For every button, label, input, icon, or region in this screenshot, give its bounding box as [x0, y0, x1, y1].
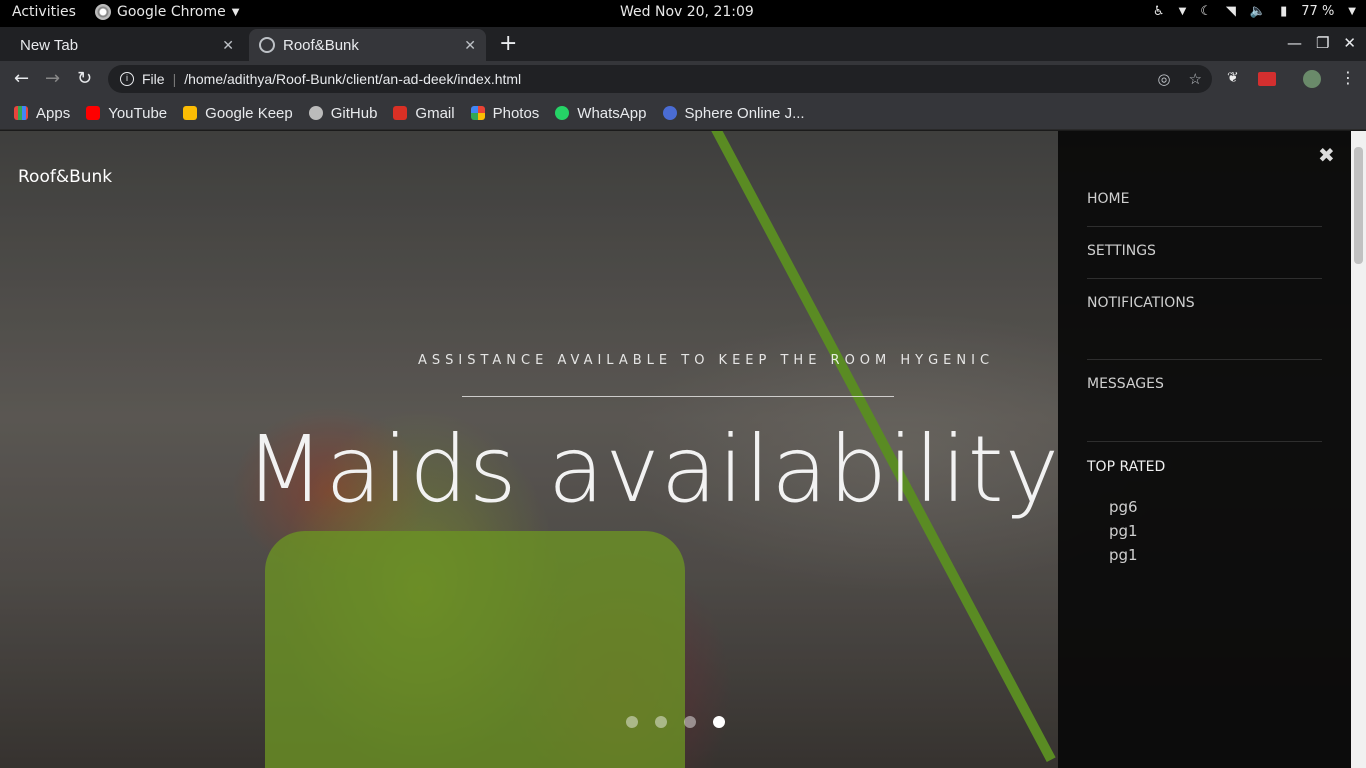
hero-headline: Maids availability [245, 416, 1061, 523]
bookmark-github[interactable]: GitHub [308, 104, 378, 122]
bookmark-label: Gmail [415, 104, 455, 122]
top-rated-item[interactable]: pg6 [1109, 495, 1138, 519]
reload-button[interactable]: ↻ [77, 68, 92, 89]
scheme-label: File [142, 71, 165, 87]
whatsapp-icon [555, 106, 570, 120]
carousel-dot[interactable] [626, 716, 638, 728]
volume-icon: 🔈 [1249, 4, 1267, 19]
bookmark-youtube[interactable]: YouTube [86, 105, 167, 122]
close-icon[interactable]: ✕ [464, 37, 476, 54]
bookmark-label: YouTube [108, 104, 168, 122]
wifi-icon: ◥ [1225, 4, 1236, 19]
close-icon[interactable]: ✕ [222, 37, 234, 54]
info-icon[interactable]: i [120, 72, 134, 86]
chevron-down-icon: ▼ [1348, 6, 1356, 17]
page-scrollbar[interactable] [1351, 131, 1366, 768]
bookmark-label: Sphere Online J... [684, 104, 805, 122]
minimize-icon[interactable]: — [1287, 34, 1302, 52]
bookmark-label: WhatsApp [577, 104, 647, 122]
address-bar[interactable]: i File | /home/adithya/Roof-Bunk/client/… [108, 65, 1212, 93]
tab-new-tab[interactable]: New Tab ✕ [8, 29, 244, 61]
bookmark-label: Photos [492, 104, 540, 122]
top-rated-heading: TOP RATED [1087, 459, 1166, 475]
browser-toolbar: ← → ↻ i File | /home/adithya/Roof-Bunk/c… [0, 61, 1366, 97]
system-top-bar: Activities Google Chrome ▼ Wed Nov 20, 2… [0, 0, 1366, 27]
gmail-icon [393, 106, 408, 120]
bookmark-label: Apps [36, 104, 71, 122]
forward-button[interactable]: → [45, 68, 60, 89]
back-button[interactable]: ← [14, 68, 29, 89]
tab-label: Roof&Bunk [283, 36, 359, 54]
bookmark-apps[interactable]: Apps [14, 105, 70, 122]
apps-grid-icon [14, 106, 28, 120]
photos-icon [470, 106, 485, 120]
side-menu: ✖ HOME SETTINGS NOTIFICATIONS MESSAGES T… [1058, 131, 1351, 768]
top-rated-list: pg6 pg1 pg1 [1109, 495, 1138, 567]
carousel-dot[interactable] [655, 716, 667, 728]
hero-divider [462, 396, 894, 397]
menu-item-home[interactable]: HOME [1087, 191, 1322, 207]
clock[interactable]: Wed Nov 20, 21:09 [620, 4, 754, 20]
bookmark-label: GitHub [330, 104, 378, 122]
close-window-icon[interactable]: ✕ [1343, 34, 1356, 52]
kebab-menu-icon[interactable]: ⋮ [1340, 68, 1356, 87]
extension-icon[interactable]: ❦ [1227, 70, 1245, 88]
bookmark-google-keep[interactable]: Google Keep [183, 105, 293, 122]
extension-icon[interactable] [1258, 72, 1276, 86]
chevron-down-icon: ▼ [1178, 6, 1187, 17]
carousel-dot[interactable] [684, 716, 696, 728]
youtube-icon [86, 106, 101, 120]
scrollbar-thumb[interactable] [1354, 147, 1363, 264]
bookmark-label: Google Keep [205, 104, 293, 122]
menu-item-notifications[interactable]: NOTIFICATIONS [1087, 295, 1322, 311]
location-icon[interactable]: ◎ [1157, 70, 1170, 88]
window-controls: — ❐ ✕ [1287, 34, 1356, 52]
sphere-icon [662, 106, 677, 120]
menu-divider [1087, 278, 1322, 279]
tab-label: New Tab [20, 36, 79, 54]
chevron-down-icon: ▼ [231, 6, 240, 18]
restore-icon[interactable]: ❐ [1316, 34, 1329, 52]
carousel-dot-active[interactable] [713, 716, 725, 728]
tab-strip: New Tab ✕ Roof&Bunk ✕ [0, 27, 1366, 61]
chrome-icon [95, 4, 111, 20]
app-menu[interactable]: Google Chrome ▼ [95, 4, 239, 20]
menu-item-settings[interactable]: SETTINGS [1087, 243, 1322, 259]
night-light-icon: ☾ [1200, 4, 1212, 19]
url-text[interactable]: /home/adithya/Roof-Bunk/client/an-ad-dee… [184, 71, 521, 87]
menu-divider [1087, 359, 1322, 360]
menu-divider [1087, 226, 1322, 227]
bookmarks-bar: Apps YouTube Google Keep GitHub Gmail Ph… [0, 97, 1366, 130]
tab-roof-bunk[interactable]: Roof&Bunk ✕ [249, 29, 486, 61]
system-tray[interactable]: ♿ ▼ ☾ ◥ 🔈 ▮ 77 % ▼ [1153, 4, 1356, 19]
web-page: Roof&Bunk ASSISTANCE AVAILABLE TO KEEP T… [0, 131, 1351, 768]
battery-icon: ▮ [1280, 4, 1288, 19]
omnibox-actions: ◎ ☆ [1157, 70, 1202, 88]
menu-item-messages[interactable]: MESSAGES [1087, 376, 1322, 392]
hero-subtitle: ASSISTANCE AVAILABLE TO KEEP THE ROOM HY… [418, 353, 995, 368]
battery-level: 77 % [1301, 4, 1335, 19]
github-icon [308, 106, 323, 120]
app-menu-label: Google Chrome [117, 4, 226, 20]
carousel-indicators [626, 716, 725, 728]
top-rated-item[interactable]: pg1 [1109, 519, 1138, 543]
accessibility-icon[interactable]: ♿ [1153, 4, 1165, 19]
bookmark-sphere[interactable]: Sphere Online J... [662, 104, 805, 122]
globe-icon [259, 37, 275, 53]
new-tab-button[interactable]: + [499, 31, 517, 56]
menu-divider [1087, 441, 1322, 442]
close-icon[interactable]: ✖ [1318, 143, 1335, 167]
separator: | [172, 71, 177, 87]
bookmark-gmail[interactable]: Gmail [393, 104, 455, 122]
top-rated-item[interactable]: pg1 [1109, 543, 1138, 567]
site-logo[interactable]: Roof&Bunk [18, 167, 112, 187]
bookmark-photos[interactable]: Photos [470, 104, 540, 122]
bookmark-star-icon[interactable]: ☆ [1189, 70, 1202, 88]
avatar[interactable] [1303, 70, 1321, 88]
bookmark-whatsapp[interactable]: WhatsApp [555, 104, 647, 122]
keep-icon [183, 106, 198, 120]
activities-button[interactable]: Activities [12, 4, 76, 20]
